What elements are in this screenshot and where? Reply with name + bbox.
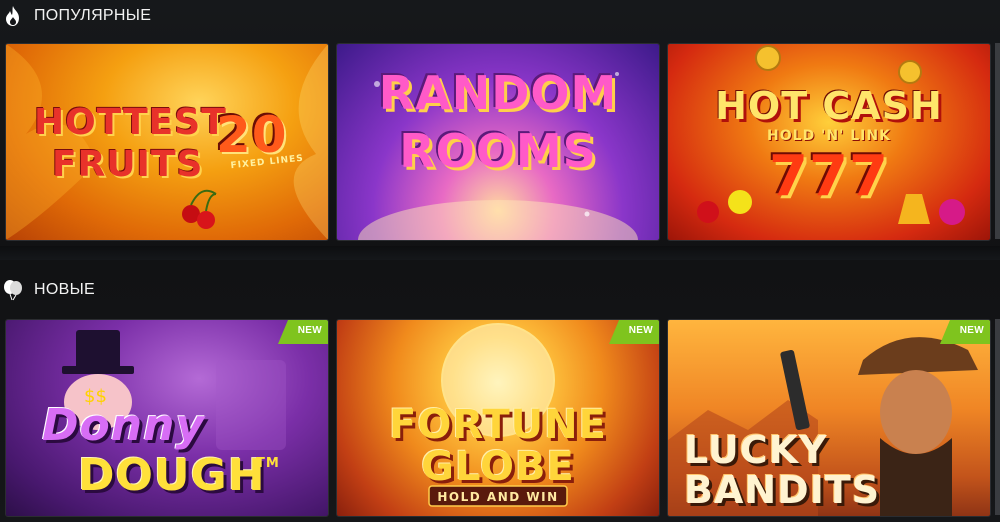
section-divider	[0, 246, 1000, 260]
section-title: ПОПУЛЯРНЫЕ	[34, 7, 152, 24]
game-title-line: LUCKY	[684, 428, 828, 472]
section-header-popular: ПОПУЛЯРНЫЕ	[0, 0, 151, 32]
game-tile-fortune-globe[interactable]: FORTUNE GLOBE HOLD AND WIN NEW	[336, 319, 660, 517]
game-title-line: HOT CASH	[715, 84, 943, 128]
balloons-icon	[2, 279, 24, 301]
game-title-number: 777	[769, 144, 889, 209]
game-subtitle: HOLD AND WIN	[437, 490, 559, 504]
trademark-mark: TM	[256, 456, 280, 471]
section-header-new: НОВЫЕ	[0, 274, 95, 306]
game-tile-lucky-bandits[interactable]: LUCKY BANDITS NEW	[667, 319, 991, 517]
game-tile-hot-cash[interactable]: HOT CASH HOLD 'N' LINK 777	[667, 43, 991, 241]
game-title-line: FORTUNE	[389, 402, 607, 448]
game-title-line: ROOMS	[399, 124, 597, 178]
game-subtitle: HOLD 'N' LINK	[767, 128, 891, 144]
game-tile-hottest-fruits-20[interactable]: HOTTEST FRUITS 20 FIXED LINES	[5, 43, 329, 241]
next-tile-peek[interactable]	[995, 43, 1000, 239]
game-title-line: RANDOM	[378, 66, 618, 120]
game-tile-random-rooms[interactable]: RANDOM ROOMS	[336, 43, 660, 241]
game-title-line: Donny	[42, 400, 206, 451]
next-tile-peek[interactable]	[995, 319, 1000, 515]
game-title-line: GLOBE	[421, 444, 575, 490]
new-badge: NEW	[940, 320, 990, 344]
game-title-line: BANDITS	[684, 468, 881, 512]
game-row-new: $$ Donny DOUGH TM NEW FORTUNE GLOBE HOLD…	[0, 319, 1000, 517]
game-row-popular: HOTTEST FRUITS 20 FIXED LINES RANDOM ROO…	[0, 43, 1000, 241]
section-title: НОВЫЕ	[34, 281, 96, 298]
fire-icon	[2, 5, 24, 27]
new-badge: NEW	[609, 320, 659, 344]
game-tile-donny-dough[interactable]: $$ Donny DOUGH TM NEW	[5, 319, 329, 517]
new-badge: NEW	[278, 320, 328, 344]
